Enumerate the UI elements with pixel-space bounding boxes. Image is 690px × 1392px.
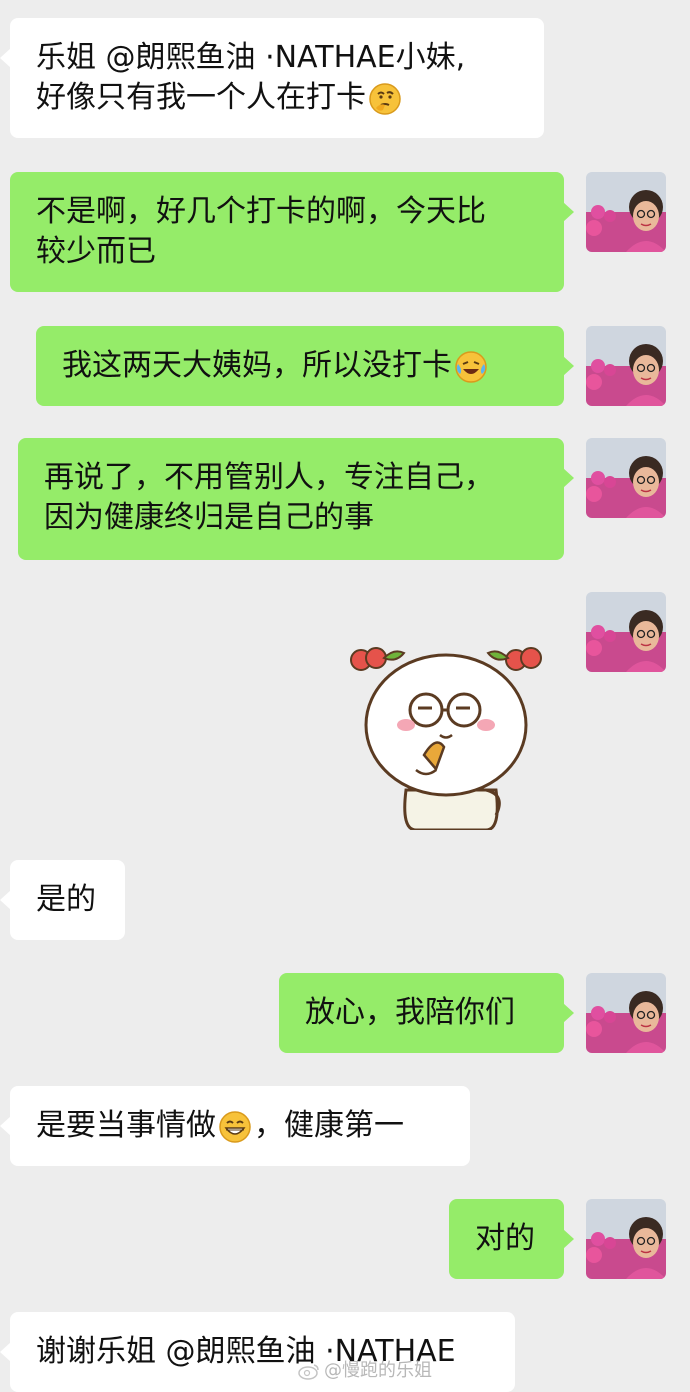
watermark-text: @慢跑的乐姐 xyxy=(324,1360,432,1381)
avatar-photo xyxy=(586,973,666,1053)
avatar-photo xyxy=(586,172,666,252)
weibo-logo-icon xyxy=(298,1364,319,1380)
message-text: 放心，我陪你们 xyxy=(305,995,515,1030)
avatar-photo xyxy=(586,438,666,518)
avatar-photo xyxy=(586,1199,666,1279)
message-text: 不是啊，好几个打卡的啊，今天比 xyxy=(36,194,486,229)
avatar[interactable] xyxy=(586,592,666,672)
avatar[interactable] xyxy=(586,973,666,1053)
thinking-face-icon xyxy=(369,82,401,115)
avatar[interactable] xyxy=(586,326,666,406)
grinning-face-icon xyxy=(219,1110,251,1143)
message-text: 是要当事情做 xyxy=(36,1108,216,1143)
message-text: 是的 xyxy=(36,882,96,917)
message-text: 再说了，不用管别人，专注自己， xyxy=(44,460,494,495)
sticker-bun-glasses[interactable] xyxy=(346,640,546,830)
avatar[interactable] xyxy=(586,172,666,252)
message-bubble-sent[interactable]: 不是啊，好几个打卡的啊，今天比 较少而已 xyxy=(10,172,574,292)
message-text: 因为健康终归是自己的事 xyxy=(44,500,374,535)
avatar-photo xyxy=(586,326,666,406)
watermark: @慢跑的乐姐 xyxy=(298,1356,432,1382)
message-bubble-received[interactable]: 乐姐 @朗熙鱼油 ·NATHAE小妹, 好像只有我一个人在打卡 xyxy=(0,18,544,138)
message-bubble-sent[interactable]: 放心，我陪你们 xyxy=(279,973,574,1053)
avatar[interactable] xyxy=(586,438,666,518)
crying-laughing-face-icon xyxy=(455,350,487,383)
message-text: 对的 xyxy=(475,1221,535,1256)
message-bubble-received[interactable]: 是的 xyxy=(0,860,125,940)
message-text: ，健康第一 xyxy=(254,1108,404,1143)
message-bubble-sent[interactable]: 我这两天大姨妈，所以没打卡 xyxy=(36,326,574,406)
message-text: 乐姐 @朗熙鱼油 ·NATHAE小妹, xyxy=(36,40,466,75)
avatar[interactable] xyxy=(586,1199,666,1279)
message-bubble-received[interactable]: 是要当事情做 ，健康第一 xyxy=(0,1086,470,1166)
avatar-photo xyxy=(586,592,666,672)
message-text: 好像只有我一个人在打卡 xyxy=(36,80,366,115)
message-bubble-received[interactable]: 谢谢乐姐 @朗熙鱼油 ·NATHAE xyxy=(0,1312,515,1392)
message-text: 我这两天大姨妈，所以没打卡 xyxy=(62,348,452,383)
message-bubble-sent[interactable]: 对的 xyxy=(449,1199,574,1279)
message-bubble-sent[interactable]: 再说了，不用管别人，专注自己， 因为健康终归是自己的事 xyxy=(18,438,574,560)
message-text: 较少而已 xyxy=(36,234,156,269)
